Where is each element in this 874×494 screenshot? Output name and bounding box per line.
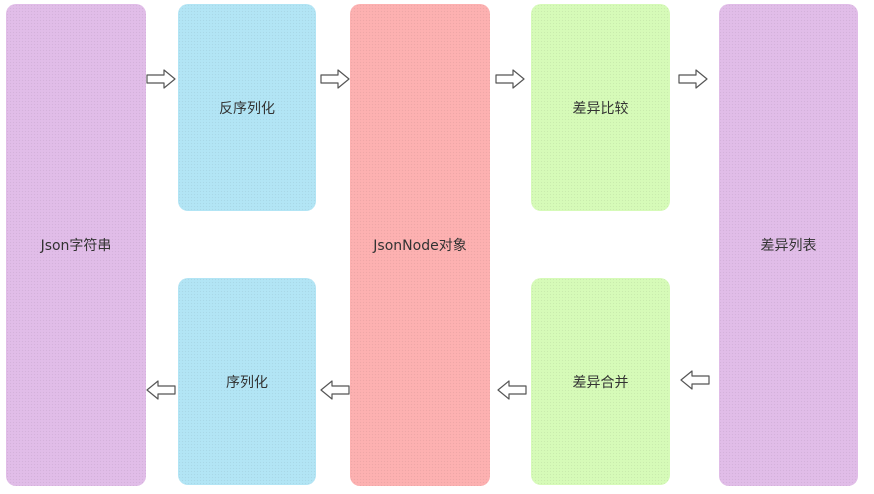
node-json-string-label: Json字符串 [40,238,112,254]
node-diff-compare-label: 差异比较 [572,100,629,117]
arrow-right-icon [495,69,525,89]
node-diff-merge-label: 差异合并 [572,374,629,391]
arrow-left-icon [320,380,350,400]
node-jsonnode-label: JsonNode对象 [373,238,467,254]
arrow-left-icon [146,380,176,400]
arrow-right-icon [320,69,350,89]
node-diff-list: 差异列表 [719,4,858,486]
arrow-left-icon [680,370,710,390]
arrow-left-icon [497,380,527,400]
node-json-string: Json字符串 [6,4,146,486]
node-diff-list-label: 差异列表 [760,238,817,254]
arrow-right-icon [146,69,176,89]
node-serialize: 序列化 [178,278,316,485]
node-diff-merge: 差异合并 [531,278,670,485]
node-deserialize-label: 反序列化 [219,100,275,117]
node-serialize-label: 序列化 [226,374,268,391]
node-jsonnode: JsonNode对象 [350,4,490,486]
node-deserialize: 反序列化 [178,4,316,211]
arrow-right-icon [678,69,708,89]
node-diff-compare: 差异比较 [531,4,670,211]
